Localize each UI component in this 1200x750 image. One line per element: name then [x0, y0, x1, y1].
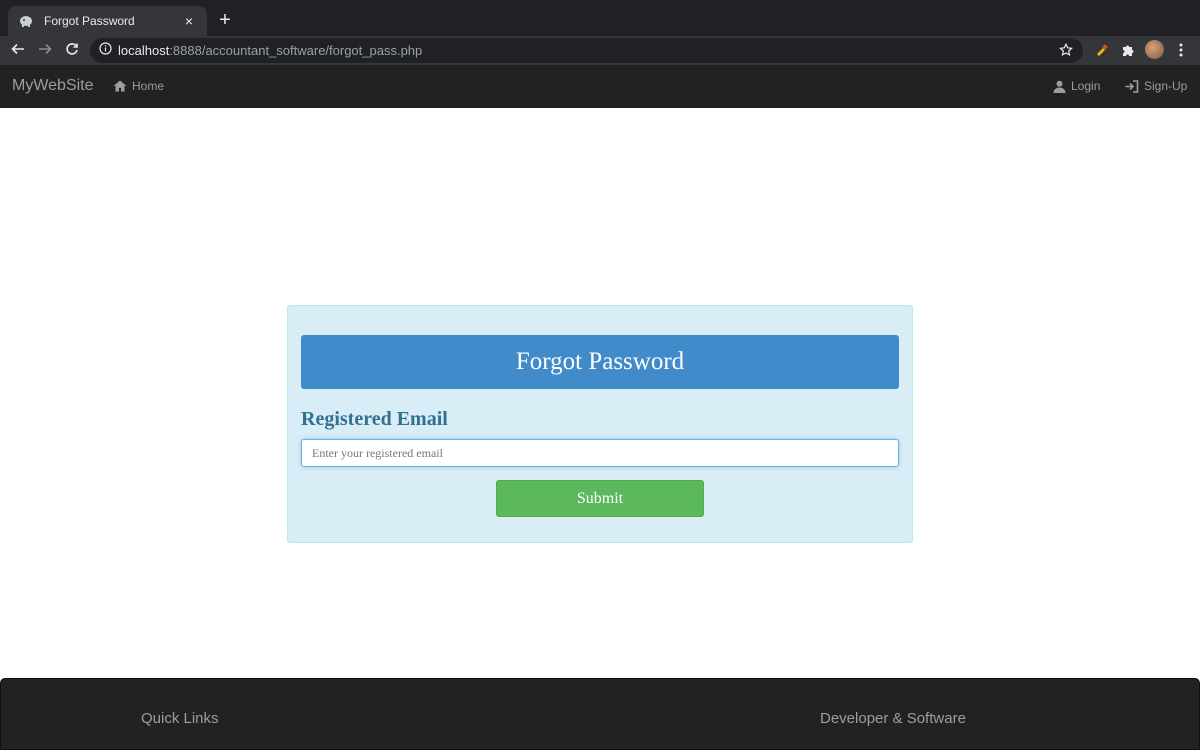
page-title: Forgot Password: [301, 335, 899, 389]
user-icon: [1053, 80, 1066, 93]
puzzle-icon[interactable]: [1118, 40, 1138, 60]
more-vertical-icon[interactable]: [1171, 40, 1191, 60]
back-button[interactable]: [7, 40, 29, 62]
nav-signup-label: Sign-Up: [1144, 79, 1188, 93]
site-footer: Quick Links Developer & Software: [0, 678, 1200, 750]
reload-icon: [65, 42, 79, 61]
forward-button[interactable]: [34, 40, 56, 62]
avatar[interactable]: [1145, 40, 1164, 59]
info-icon[interactable]: [99, 41, 112, 60]
arrow-left-icon: [11, 42, 25, 61]
nav-signup-link[interactable]: Sign-Up: [1125, 79, 1187, 93]
nav-home-label: Home: [132, 79, 165, 93]
close-icon[interactable]: ×: [181, 13, 197, 29]
submit-button[interactable]: Submit: [496, 480, 704, 517]
address-bar[interactable]: localhost:8888/accountant_software/forgo…: [90, 38, 1083, 63]
extension-icon[interactable]: [1092, 40, 1112, 60]
tab-title: Forgot Password: [44, 14, 135, 28]
url-host: localhost: [118, 43, 170, 58]
email-label: Registered Email: [301, 408, 448, 430]
site-navbar: MyWebSite Home Login Sign-Up: [0, 65, 1200, 108]
brand-link[interactable]: MyWebSite: [12, 77, 94, 95]
star-icon[interactable]: [1057, 41, 1075, 59]
nav-home-link[interactable]: Home: [113, 79, 164, 93]
forgot-password-panel: Forgot Password Registered Email Submit: [287, 305, 913, 543]
home-icon: [113, 80, 127, 92]
email-field[interactable]: [301, 439, 899, 467]
browser-tab-strip: Forgot Password × +: [0, 0, 1200, 36]
new-tab-button[interactable]: +: [215, 10, 235, 30]
browser-toolbar: localhost:8888/accountant_software/forgo…: [0, 36, 1200, 65]
sign-in-icon: [1125, 79, 1139, 93]
browser-tab[interactable]: Forgot Password ×: [8, 6, 207, 36]
url-path: :8888/accountant_software/forgot_pass.ph…: [169, 43, 423, 58]
url-text: localhost:8888/accountant_software/forgo…: [118, 43, 422, 58]
arrow-right-icon: [38, 42, 52, 61]
elephant-icon: [18, 13, 34, 29]
footer-developer-heading: Developer & Software: [820, 710, 966, 727]
reload-button[interactable]: [61, 40, 83, 62]
footer-quick-links-heading: Quick Links: [141, 710, 219, 727]
nav-login-link[interactable]: Login: [1053, 79, 1100, 93]
nav-login-label: Login: [1071, 79, 1101, 93]
